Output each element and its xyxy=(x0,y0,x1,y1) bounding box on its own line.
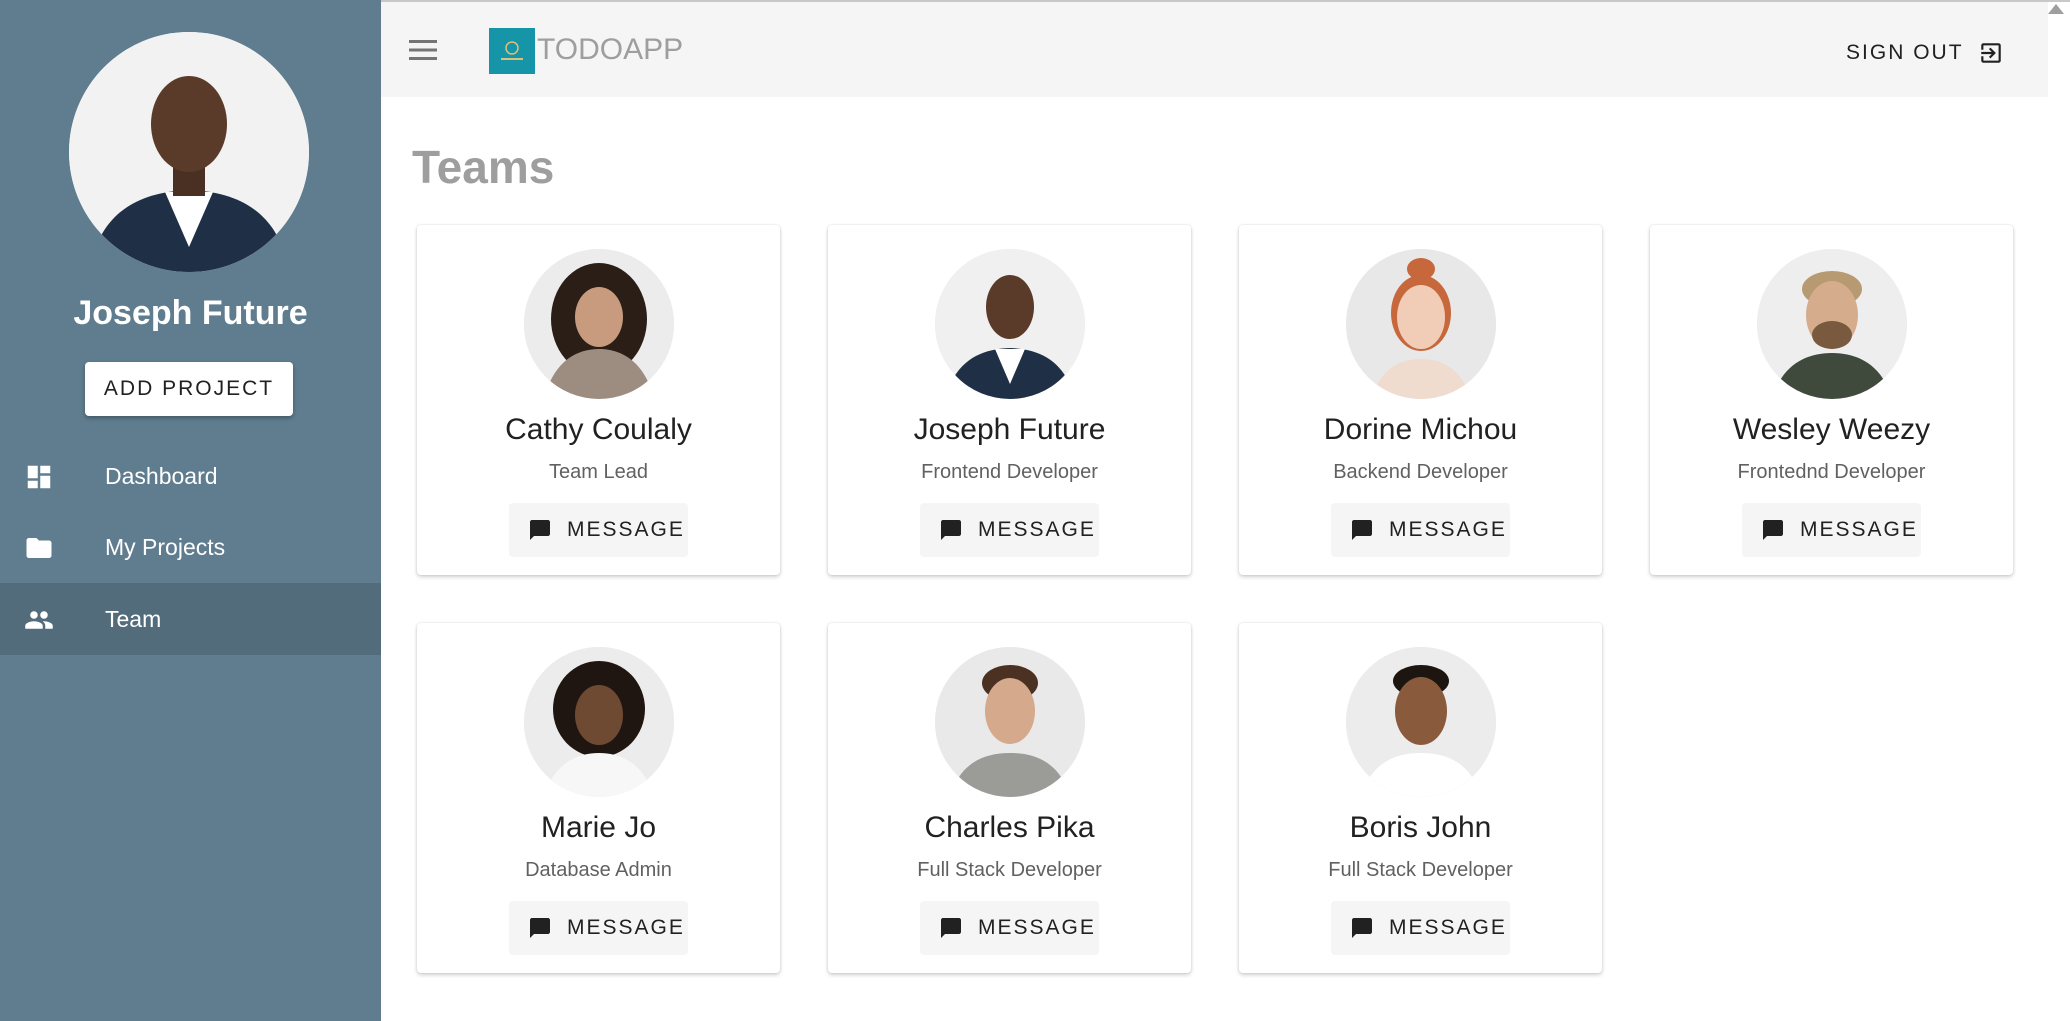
logo-image xyxy=(489,28,535,74)
message-button[interactable]: MESSAGE xyxy=(509,503,688,557)
sidebar-item-team[interactable]: Team xyxy=(0,583,381,655)
member-avatar xyxy=(1346,647,1496,797)
sign-out-button[interactable]: SIGN OUT xyxy=(1846,38,2004,68)
member-role: Full Stack Developer xyxy=(1328,859,1513,881)
member-name: Wesley Weezy xyxy=(1732,413,1931,446)
member-role: Backend Developer xyxy=(1333,461,1508,483)
team-member-card: Marie Jo Database Admin MESSAGE xyxy=(417,623,780,973)
member-name: Charles Pika xyxy=(924,811,1095,844)
chat-icon xyxy=(530,918,550,938)
add-project-button[interactable]: ADD PROJECT xyxy=(85,362,293,416)
message-label: MESSAGE xyxy=(978,916,1096,939)
team-member-card: Cathy Coulaly Team Lead MESSAGE xyxy=(417,225,780,575)
chat-icon xyxy=(941,918,961,938)
sidebar: Joseph Future ADD PROJECT Dashboard My P… xyxy=(0,0,381,1021)
chat-icon xyxy=(530,520,550,540)
member-role: Frontednd Developer xyxy=(1737,461,1926,483)
member-avatar xyxy=(1757,249,1907,399)
folder-icon xyxy=(26,538,52,558)
member-name: Joseph Future xyxy=(913,413,1106,446)
sign-out-label: SIGN OUT xyxy=(1846,41,1964,64)
message-label: MESSAGE xyxy=(567,916,685,939)
message-label: MESSAGE xyxy=(978,518,1096,541)
member-role: Database Admin xyxy=(525,859,672,881)
dashboard-icon xyxy=(27,465,51,489)
message-button[interactable]: MESSAGE xyxy=(920,901,1099,955)
team-member-card: Boris John Full Stack Developer MESSAGE xyxy=(1239,623,1602,973)
message-label: MESSAGE xyxy=(1800,518,1918,541)
app-header: TODOAPP SIGN OUT xyxy=(381,2,2048,97)
member-name: Dorine Michou xyxy=(1323,413,1518,446)
member-avatar xyxy=(1346,249,1496,399)
message-label: MESSAGE xyxy=(1389,518,1507,541)
chat-icon xyxy=(941,520,961,540)
profile-name: Joseph Future xyxy=(73,294,308,332)
member-role: Team Lead xyxy=(549,461,648,483)
menu-icon[interactable] xyxy=(409,39,437,61)
sidebar-item-label: Dashboard xyxy=(105,463,218,489)
team-member-card: Dorine Michou Backend Developer MESSAGE xyxy=(1239,225,1602,575)
message-button[interactable]: MESSAGE xyxy=(1742,503,1921,557)
team-member-card: Joseph Future Frontend Developer MESSAGE xyxy=(828,225,1191,575)
sidebar-item-label: My Projects xyxy=(105,534,226,560)
message-button[interactable]: MESSAGE xyxy=(1331,503,1510,557)
logo-text: TODOAPP xyxy=(537,33,684,66)
member-avatar xyxy=(935,647,1085,797)
team-member-card: Charles Pika Full Stack Developer MESSAG… xyxy=(828,623,1191,973)
team-member-card: Wesley Weezy Frontednd Developer MESSAGE xyxy=(1650,225,2013,575)
people-icon xyxy=(25,611,53,629)
message-button[interactable]: MESSAGE xyxy=(509,901,688,955)
message-label: MESSAGE xyxy=(567,518,685,541)
sidebar-item-dashboard[interactable]: Dashboard xyxy=(0,440,381,512)
message-button[interactable]: MESSAGE xyxy=(1331,901,1510,955)
chat-icon xyxy=(1763,520,1783,540)
scrollbar-up-arrow[interactable] xyxy=(2048,4,2064,14)
member-avatar xyxy=(935,249,1085,399)
member-avatar xyxy=(524,249,674,399)
member-name: Cathy Coulaly xyxy=(505,413,692,446)
member-role: Full Stack Developer xyxy=(917,859,1102,881)
member-name: Boris John xyxy=(1349,811,1492,844)
member-name: Marie Jo xyxy=(540,811,657,844)
logout-icon xyxy=(1981,43,2001,63)
message-label: MESSAGE xyxy=(1389,916,1507,939)
profile-avatar xyxy=(69,32,309,272)
chat-icon xyxy=(1352,520,1372,540)
member-role: Frontend Developer xyxy=(921,461,1098,483)
page-title: Teams xyxy=(412,141,555,193)
chat-icon xyxy=(1352,918,1372,938)
sidebar-item-label: Team xyxy=(105,606,162,632)
member-avatar xyxy=(524,647,674,797)
message-button[interactable]: MESSAGE xyxy=(920,503,1099,557)
sidebar-item-my-projects[interactable]: My Projects xyxy=(0,511,381,583)
